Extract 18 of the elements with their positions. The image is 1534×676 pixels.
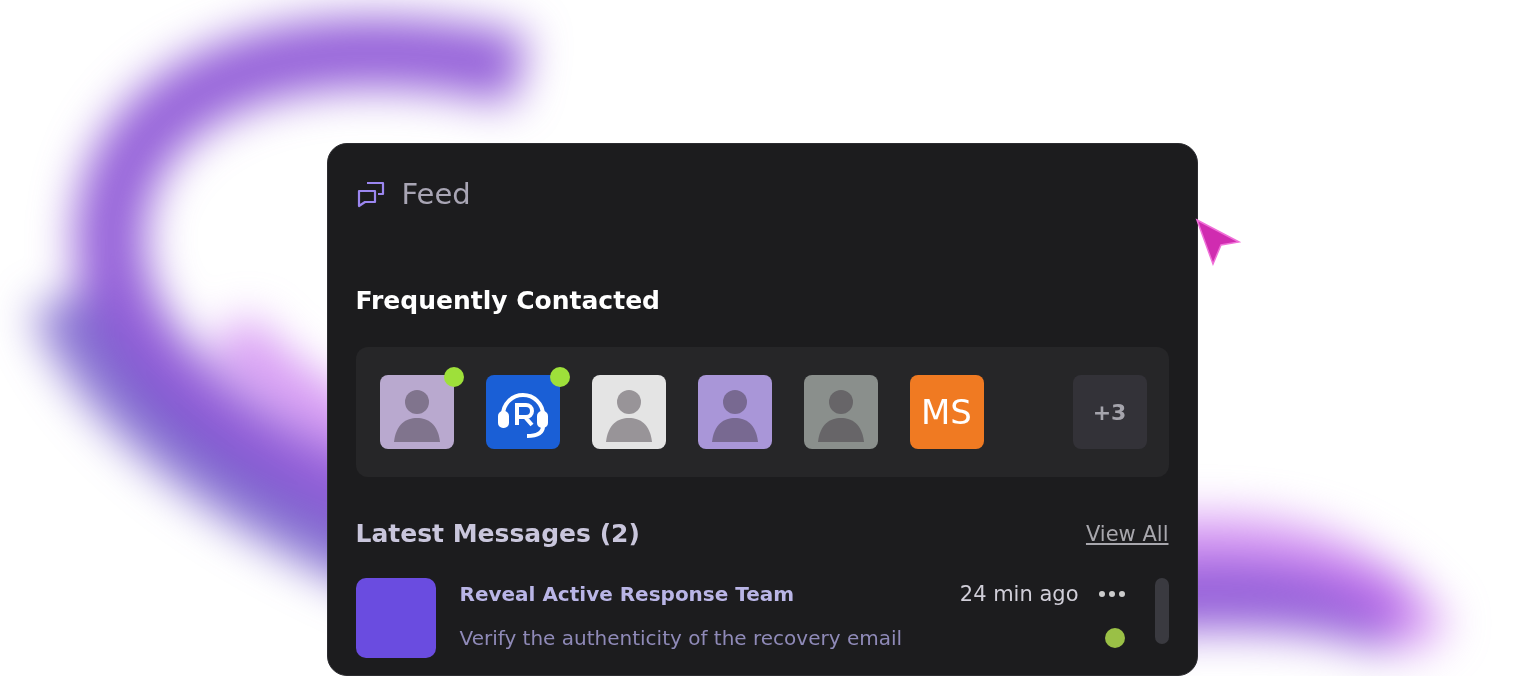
avatar-photo[interactable] — [591, 375, 666, 449]
more-contacts-button[interactable]: +3 — [1072, 375, 1147, 449]
avatar-logo[interactable] — [485, 375, 560, 449]
avatar-initials[interactable]: MS — [909, 375, 984, 449]
avatar-photo[interactable] — [803, 375, 878, 449]
chat-bubbles-icon — [355, 179, 386, 209]
message-time: 24 min ago — [959, 582, 1079, 606]
message-preview: Verify the authenticity of the recovery email — [459, 626, 903, 650]
cursor-icon — [1195, 218, 1243, 266]
initials-text: MS — [921, 392, 972, 432]
avatar-photo[interactable] — [697, 375, 772, 449]
view-all-link[interactable]: View All — [1085, 521, 1169, 546]
scrollbar — [1154, 578, 1169, 644]
sender-name: Reveal Active Response Team — [459, 582, 796, 606]
section-heading: Frequently Contacted — [355, 286, 661, 315]
section-heading: Latest Messages (2) — [355, 519, 640, 548]
panel-title: Feed — [401, 177, 471, 211]
more-options-icon[interactable] — [1098, 591, 1125, 597]
